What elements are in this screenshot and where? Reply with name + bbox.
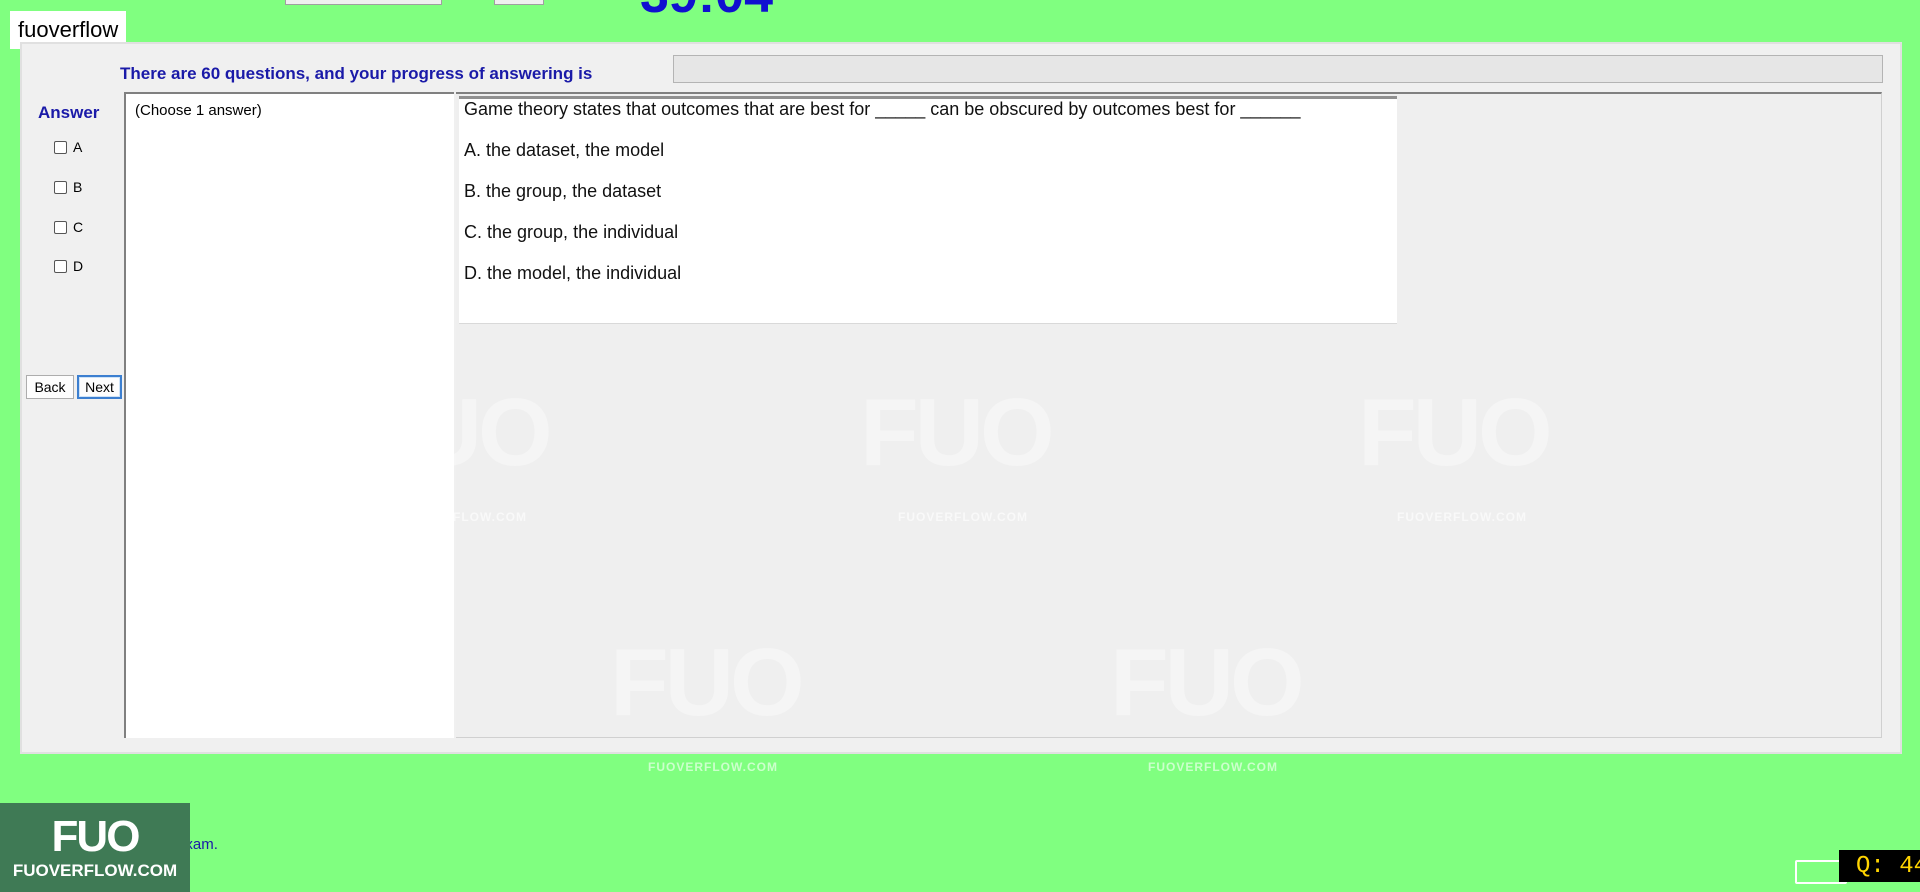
back-button[interactable]: Back <box>26 375 74 399</box>
choose-instruction: (Choose 1 answer) <box>135 102 262 119</box>
checkbox-a[interactable] <box>54 140 67 154</box>
watermark-logo: FUO <box>1358 379 1553 486</box>
answer-option-letter: C <box>73 219 84 235</box>
answer-option-a[interactable]: A <box>54 137 82 157</box>
logo-text: FUOVERFLOW.COM <box>12 860 178 880</box>
answer-label: Answer <box>38 103 100 122</box>
watermark-logo: FUO <box>610 629 805 736</box>
answer-option-d[interactable]: D <box>54 256 83 276</box>
logo-mark: FUO <box>51 811 141 861</box>
question-number-indicator: Q: 44 <box>1839 850 1920 882</box>
watermark-text: FUOVERFLOW.COM <box>648 760 778 774</box>
progress-bar <box>673 55 1883 83</box>
checkbox-c[interactable] <box>54 220 67 234</box>
answer-option-letter: D <box>73 258 84 274</box>
watermark-text: FUOVERFLOW.COM <box>1148 760 1278 774</box>
watermark-text: FUOVERFLOW.COM <box>397 510 527 524</box>
next-button[interactable]: Next <box>77 375 122 399</box>
watermark-text: FUOVERFLOW.COM <box>898 510 1028 524</box>
fuoverflow-logo: FUO FUOVERFLOW.COM <box>0 803 190 892</box>
question-option-b: B. the group, the dataset <box>464 181 662 201</box>
answer-option-letter: A <box>73 139 83 155</box>
answer-option-letter: B <box>73 179 83 195</box>
answer-option-b[interactable]: B <box>54 177 82 197</box>
progress-text: There are 60 questions, and your progres… <box>120 64 593 83</box>
question-text: Game theory states that outcomes that ar… <box>464 99 1301 119</box>
top-field-2 <box>494 0 544 5</box>
checkbox-b[interactable] <box>54 180 67 194</box>
checkbox-d[interactable] <box>54 259 67 273</box>
answer-option-c[interactable]: C <box>54 217 83 237</box>
watermark-logo: FUO <box>358 379 553 486</box>
question-option-c: C. the group, the individual <box>464 222 679 242</box>
watermark-logo: FUO <box>1110 629 1305 736</box>
watermark-logo: FUO <box>860 379 1055 486</box>
timer-display: 39:04 <box>640 0 773 18</box>
question-box <box>459 96 1397 324</box>
question-option-d: D. the model, the individual <box>464 263 682 283</box>
watermark-text: FUOVERFLOW.COM <box>1397 510 1527 524</box>
top-field-1 <box>285 0 442 5</box>
question-option-a: A. the dataset, the model <box>464 140 665 160</box>
